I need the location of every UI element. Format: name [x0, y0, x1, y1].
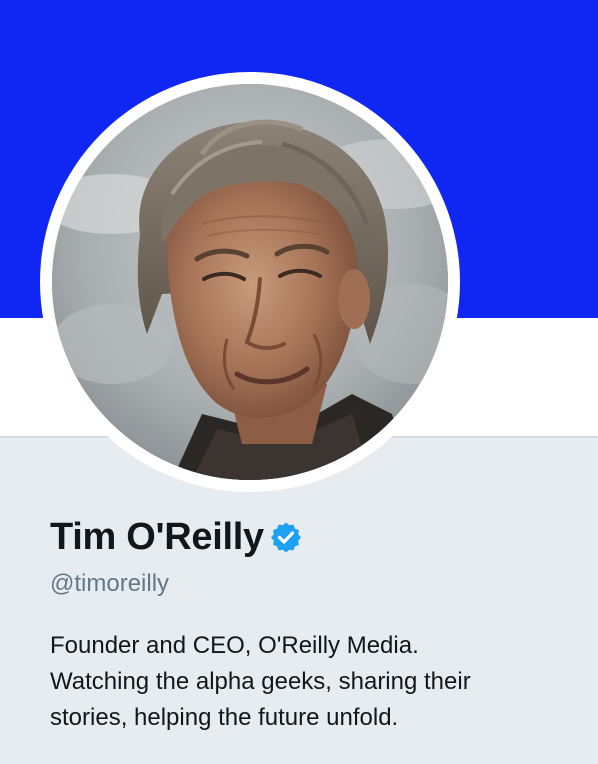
name-row: Tim O'Reilly — [50, 512, 302, 562]
bio-line: Watching the alpha geeks, sharing their — [50, 668, 471, 695]
profile-photo — [52, 84, 448, 480]
profile-bio: Founder and CEO, O'Reilly Media. Watchin… — [50, 628, 570, 736]
avatar[interactable] — [52, 84, 448, 480]
display-name[interactable]: Tim O'Reilly — [50, 512, 264, 562]
verified-badge-icon — [270, 521, 302, 553]
bio-line: Founder and CEO, O'Reilly Media. — [50, 632, 419, 659]
user-handle[interactable]: @timoreilly — [50, 568, 169, 600]
profile-card: Tim O'Reilly @timoreilly Founder and CEO… — [0, 0, 598, 764]
bio-line: stories, helping the future unfold. — [50, 704, 399, 731]
